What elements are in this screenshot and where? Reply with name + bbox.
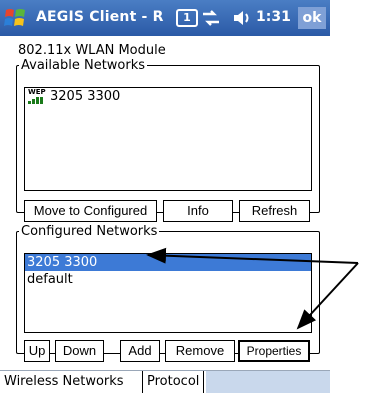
tab-protocol[interactable]: Protocol xyxy=(142,371,205,393)
arrow-to-properties-button xyxy=(296,262,359,330)
arrow-to-selected-network xyxy=(146,247,359,264)
tab-strip: Wireless Networks Protocol xyxy=(0,370,330,393)
tab-wireless-networks[interactable]: Wireless Networks xyxy=(4,371,128,393)
annotation-arrows xyxy=(146,247,359,330)
tab-strip-background xyxy=(206,371,330,393)
